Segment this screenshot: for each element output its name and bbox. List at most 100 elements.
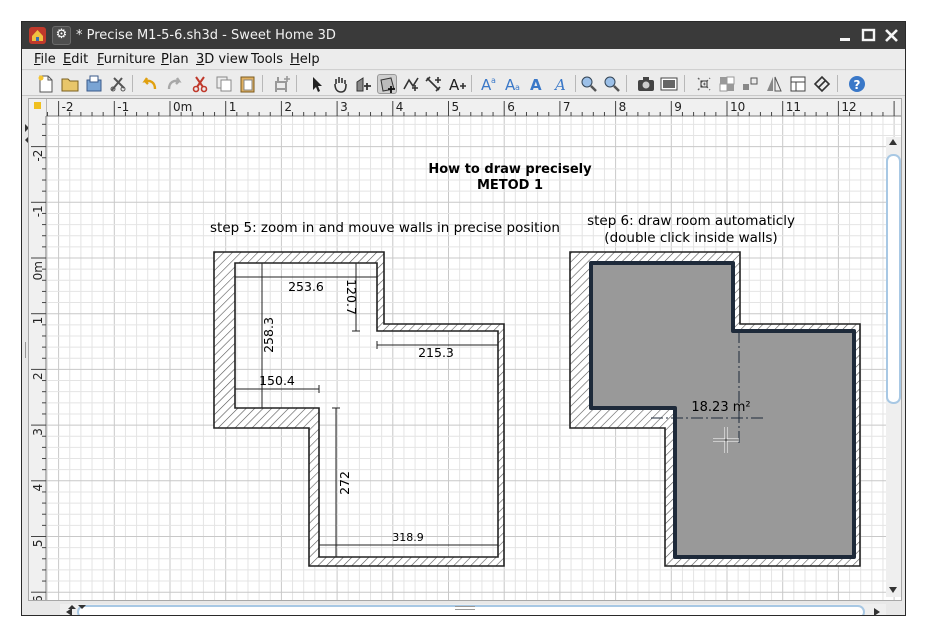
minimize-button[interactable] [837, 27, 854, 44]
vertical-ruler-label: 1 [31, 317, 45, 325]
window-title: * Precise M1-5-6.sh3d - Sweet Home 3D [76, 28, 336, 43]
vertical-ruler-label: 2 [31, 372, 45, 380]
toolbar-separator [626, 75, 627, 92]
maximize-button[interactable] [860, 27, 877, 44]
paste-button[interactable] [238, 74, 258, 94]
dimension-label-253-6: 253.6 [288, 279, 324, 294]
create-rooms-icon [380, 77, 395, 93]
create-dimensions-button[interactable] [424, 74, 444, 94]
create-walls-button[interactable] [354, 74, 374, 94]
menu-file[interactable]: File [34, 52, 56, 67]
create-photo-icon [638, 77, 654, 91]
pan-mode-button[interactable] [330, 74, 350, 94]
redo-button[interactable] [164, 74, 184, 94]
vertical-scrollbar-thumb[interactable] [886, 154, 901, 404]
compass-button[interactable] [812, 74, 832, 94]
import-texture-icon [719, 76, 735, 92]
vertical-ruler-label: -1 [31, 205, 45, 217]
toolbar-separator [296, 75, 297, 92]
horizontal-ruler-label: 1 [229, 100, 237, 114]
minimize-icon [840, 38, 850, 41]
decrease-text-size-button[interactable]: Aa [503, 74, 523, 94]
open-button[interactable] [60, 74, 80, 94]
menu-edit[interactable]: Edit [63, 52, 88, 67]
increase-text-size-button[interactable]: Aa [479, 74, 499, 94]
horizontal-ruler-label: 8 [619, 100, 627, 114]
room-area-label: 18.23 m² [691, 400, 750, 415]
close-button[interactable] [883, 27, 900, 44]
zoom-in-button[interactable] [579, 74, 599, 94]
toolbar-separator [575, 75, 576, 92]
horizontal-ruler [29, 99, 901, 116]
preferences-icon [110, 77, 126, 92]
modify-button[interactable] [740, 74, 760, 94]
horizontal-ruler-label: 10 [730, 100, 745, 114]
create-photo-button[interactable] [636, 74, 656, 94]
dimension-label-120-7: 120.7 [344, 279, 359, 315]
import-texture-button[interactable] [717, 74, 737, 94]
create-walls-icon [356, 77, 371, 92]
add-text-button[interactable]: A [448, 74, 468, 94]
maximize-icon [861, 28, 876, 42]
bottom-pane-splitter-grip[interactable] [455, 606, 475, 610]
menu-bar: File Edit Furniture Plan 3D view Tools H… [22, 49, 905, 70]
svg-text:A: A [530, 76, 542, 94]
menu-plan[interactable]: Plan [161, 52, 189, 67]
horizontal-ruler-label: 11 [786, 100, 801, 114]
decrease-text-size-icon: Aa [505, 76, 520, 94]
bottom-pane-collapse-handle[interactable] [64, 603, 90, 611]
wizard-button[interactable] [788, 74, 808, 94]
select-mode-button[interactable] [307, 74, 327, 94]
undo-button[interactable] [140, 74, 160, 94]
toolbar-separator [262, 75, 263, 92]
horizontal-ruler-label: 4 [396, 100, 404, 114]
plan-canvas[interactable]: -2 -1 0m 1 2 3 4 5 6 7 8 9 10 11 12 -2-10m123456 How t… [29, 99, 902, 601]
create-rooms-button[interactable] [377, 74, 397, 94]
select-icon [313, 77, 322, 92]
import-furniture-icon [697, 77, 711, 91]
plan-heading-line1: How to draw precisely [428, 162, 592, 177]
create-polylines-button[interactable] [401, 74, 421, 94]
horizontal-ruler-label: 2 [284, 100, 292, 114]
add-furniture-button[interactable] [272, 74, 292, 94]
bold-text-icon: A [530, 76, 542, 94]
import-furniture-button[interactable] [694, 74, 714, 94]
menu-tools[interactable]: Tools [251, 52, 283, 67]
vertical-ruler-label: 5 [31, 540, 45, 548]
menu-furniture[interactable]: Furniture [97, 52, 155, 67]
new-home-button[interactable] [36, 74, 56, 94]
vertical-ruler-label: 4 [31, 484, 45, 492]
italic-text-button[interactable]: A [551, 74, 571, 94]
title-bar[interactable]: ⚙ * Precise M1-5-6.sh3d - Sweet Home 3D [22, 22, 905, 49]
vertical-ruler-label: 3 [31, 428, 45, 436]
help-button[interactable]: ? [847, 74, 867, 94]
svg-text:A: A [449, 76, 460, 94]
horizontal-ruler-label: 6 [507, 100, 515, 114]
vertical-ruler-label: 0m [31, 261, 45, 280]
bold-text-button[interactable]: A [527, 74, 547, 94]
menu-help[interactable]: Help [290, 52, 320, 67]
cut-button[interactable] [190, 74, 210, 94]
create-video-button[interactable] [659, 74, 679, 94]
zoom-out-button[interactable] [602, 74, 622, 94]
horizontal-ruler-label: -1 [117, 100, 129, 114]
plan-view[interactable]: -2 -1 0m 1 2 3 4 5 6 7 8 9 10 11 12 -2 -1 0m 1 2 3 4 5 6 How t… [28, 98, 902, 601]
window-menu-gear-icon[interactable]: ⚙ [52, 26, 71, 45]
svg-text:?: ? [854, 78, 861, 92]
wizard-icon [790, 76, 806, 92]
save-button[interactable] [84, 74, 104, 94]
flip-button[interactable] [764, 74, 784, 94]
preferences-button[interactable] [108, 74, 128, 94]
horizontal-ruler-label: 12 [841, 100, 856, 114]
toolbar: A Aa Aa A A ? [22, 71, 905, 96]
add-text-icon: A [449, 76, 466, 94]
horizontal-ruler-label: 0m [173, 100, 192, 114]
horizontal-ruler-label: -2 [62, 100, 74, 114]
dimension-label-258-3: 258.3 [261, 317, 276, 353]
new-home-icon [38, 75, 53, 93]
ruler-corner-marker-icon [34, 102, 41, 109]
menu-3d-view[interactable]: 3D view [196, 52, 248, 67]
app-window: ⚙ * Precise M1-5-6.sh3d - Sweet Home 3D … [21, 21, 906, 616]
copy-button[interactable] [214, 74, 234, 94]
vertical-ruler-label: 6 [31, 595, 45, 601]
